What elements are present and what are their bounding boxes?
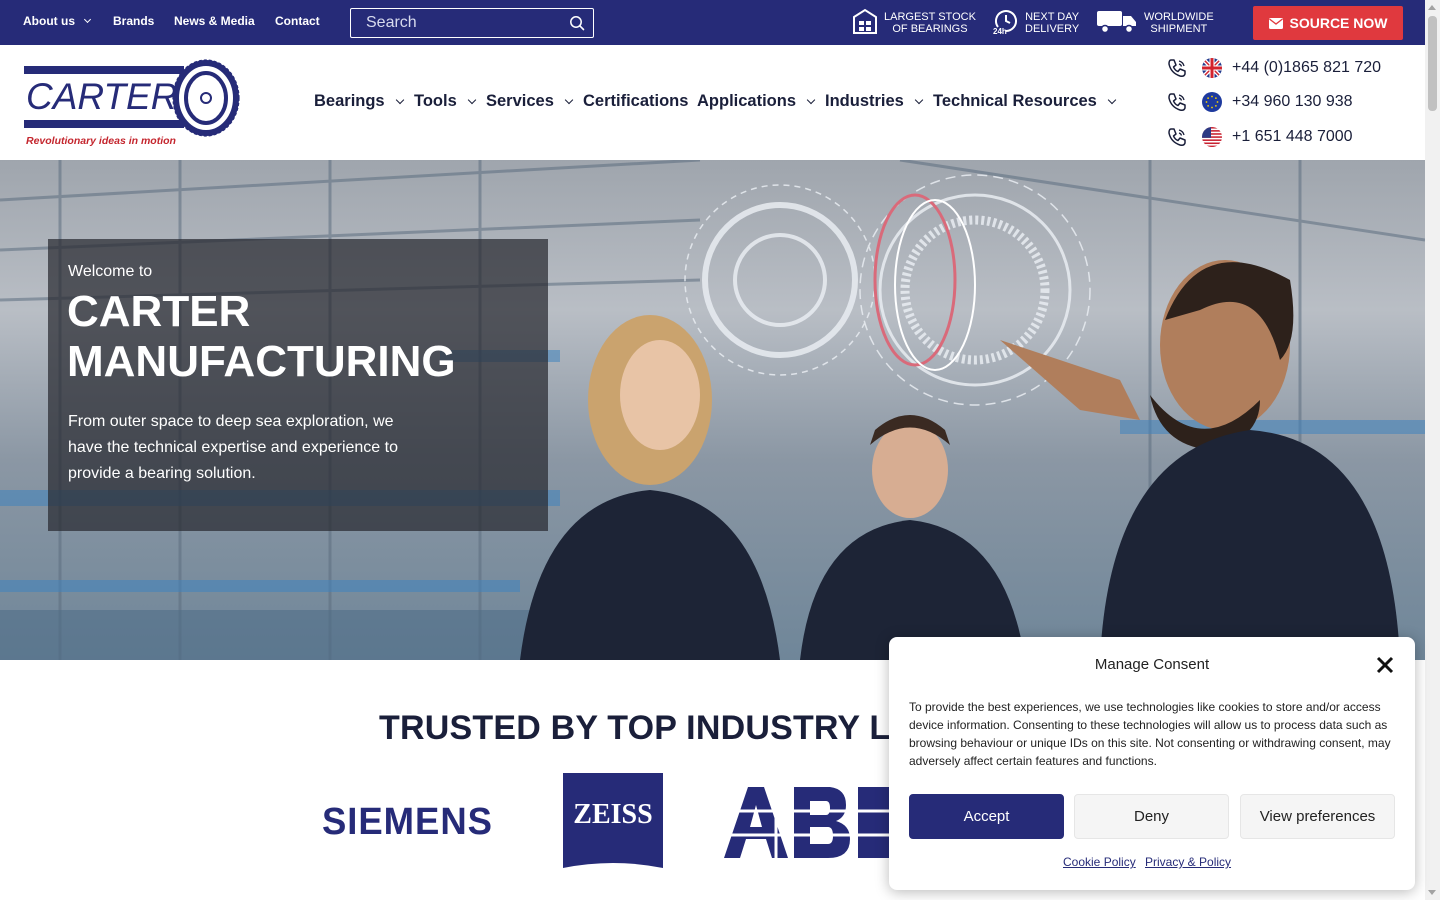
phone-icon <box>1168 93 1186 111</box>
feature-worldwide: WORLDWIDE SHIPMENT <box>1096 10 1214 36</box>
chevron-down-icon <box>395 95 404 105</box>
scroll-down-arrow-icon[interactable] <box>1428 890 1436 895</box>
logo-wordmark: CARTER <box>26 76 177 117</box>
nav-item-certifications[interactable]: Certifications <box>583 92 688 111</box>
feature-line: WORLDWIDE <box>1144 11 1214 23</box>
privacy-policy-link[interactable]: Privacy & Policy <box>1145 855 1231 869</box>
scroll-up-arrow-icon[interactable] <box>1428 5 1436 10</box>
phone-icon <box>1168 59 1186 77</box>
feature-text: NEXT DAY DELIVERY <box>1025 11 1079 35</box>
feature-line: LARGEST STOCK <box>884 11 976 23</box>
search-box <box>350 8 594 38</box>
feature-text: WORLDWIDE SHIPMENT <box>1144 11 1214 35</box>
source-now-label: SOURCE NOW <box>1289 15 1388 31</box>
search-icon[interactable] <box>569 15 585 36</box>
chevron-down-icon <box>564 95 574 105</box>
phone-us[interactable]: +1 651 448 7000 <box>1166 125 1353 149</box>
nav-item-tools[interactable]: Tools <box>414 92 477 111</box>
phone-uk[interactable]: +44 (0)1865 821 720 <box>1166 56 1381 80</box>
chevron-down-icon <box>914 95 924 105</box>
source-now-button[interactable]: SOURCE NOW <box>1253 6 1403 40</box>
accept-button[interactable]: Accept <box>909 794 1064 839</box>
hero-banner: Welcome to CARTER MANUFACTURING From out… <box>0 160 1425 660</box>
top-link-label: About us <box>23 14 75 28</box>
feature-line: OF BEARINGS <box>892 23 968 35</box>
hero-title: CARTER MANUFACTURING <box>67 287 456 386</box>
envelope-icon <box>1268 17 1283 29</box>
warehouse-icon <box>852 8 878 39</box>
phone-number: +34 960 130 938 <box>1232 93 1353 110</box>
phone-number: +44 (0)1865 821 720 <box>1232 59 1382 76</box>
nav-item-services[interactable]: Services <box>486 92 574 111</box>
nav-item-applications[interactable]: Applications <box>697 92 816 111</box>
feature-text: LARGEST STOCK OF BEARINGS <box>884 11 976 35</box>
top-bar: About us Brands News & Media Contact LAR… <box>0 0 1425 45</box>
nav-label: Applications <box>697 92 797 110</box>
nav-label: Services <box>486 92 554 110</box>
scrollbar-thumb[interactable] <box>1428 16 1437 111</box>
svg-text:24h: 24h <box>993 27 1007 34</box>
zeiss-wordmark: ZEISS <box>573 799 652 830</box>
chevron-down-icon <box>1107 95 1117 105</box>
top-link-contact[interactable]: Contact <box>275 14 320 28</box>
hero-body: From outer space to deep sea exploration… <box>68 413 398 482</box>
top-link-label: Contact <box>275 14 320 28</box>
search-input[interactable] <box>351 9 561 37</box>
nav-item-industries[interactable]: Industries <box>825 92 924 111</box>
us-flag-icon <box>1202 127 1222 147</box>
feature-next-day: 24h NEXT DAY DELIVERY <box>993 8 1079 39</box>
top-link-brands[interactable]: Brands <box>113 14 154 28</box>
consent-text: To provide the best experiences, we use … <box>909 700 1391 768</box>
feature-line: SHIPMENT <box>1150 23 1208 35</box>
deny-button[interactable]: Deny <box>1074 794 1229 839</box>
phone-eu[interactable]: +34 960 130 938 <box>1166 90 1353 114</box>
nav-label: Certifications <box>583 92 689 110</box>
nav-label: Industries <box>825 92 904 110</box>
feature-line: NEXT DAY <box>1025 11 1080 23</box>
trusted-title: TRUSTED BY TOP INDUSTRY L <box>379 709 891 747</box>
feature-largest-stock: LARGEST STOCK OF BEARINGS <box>852 8 976 39</box>
top-link-news-media[interactable]: News & Media <box>174 14 255 28</box>
nav-label: Technical Resources <box>933 92 1097 110</box>
feature-line: DELIVERY <box>1025 23 1080 35</box>
uk-flag-icon <box>1202 58 1222 78</box>
close-icon[interactable] <box>1375 655 1395 675</box>
eu-flag-icon <box>1202 92 1222 112</box>
cookie-policy-link[interactable]: Cookie Policy <box>1063 855 1136 869</box>
clock-24h-icon: 24h <box>993 8 1019 39</box>
cookie-consent-dialog: Manage Consent To provide the best exper… <box>889 637 1415 890</box>
logo-tagline: Revolutionary ideas in motion <box>26 135 176 147</box>
view-preferences-button[interactable]: View preferences <box>1240 794 1395 839</box>
nav-label: Tools <box>414 92 457 110</box>
abb-logo <box>722 787 902 859</box>
nav-item-bearings[interactable]: Bearings <box>314 92 404 111</box>
top-link-label: News & Media <box>174 14 255 28</box>
top-link-label: Brands <box>113 14 155 28</box>
siemens-logo: SIEMENS <box>322 801 493 843</box>
zeiss-logo: ZEISS <box>563 773 663 873</box>
chevron-down-icon <box>467 95 477 105</box>
phone-icon <box>1168 128 1186 146</box>
page-scrollbar[interactable] <box>1425 0 1440 900</box>
chevron-down-icon <box>806 95 816 105</box>
consent-title: Manage Consent <box>1094 656 1210 673</box>
nav-item-technical-resources[interactable]: Technical Resources <box>933 92 1117 111</box>
phone-number: +1 651 448 7000 <box>1232 128 1353 145</box>
hero-text-panel: Welcome to CARTER MANUFACTURING From out… <box>48 239 548 531</box>
top-link-about-us[interactable]: About us <box>23 14 92 28</box>
hero-welcome: Welcome to <box>68 263 153 280</box>
chevron-down-icon <box>83 15 92 24</box>
nav-label: Bearings <box>314 92 385 110</box>
truck-icon <box>1096 8 1138 39</box>
